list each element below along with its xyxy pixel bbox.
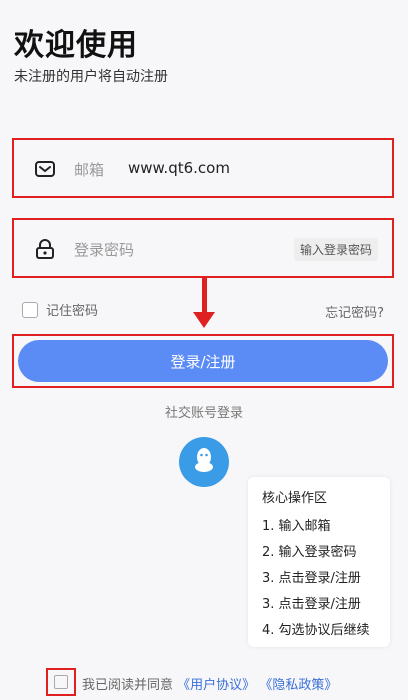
forgot-password-link[interactable]: 忘记密码? <box>325 302 384 321</box>
email-input[interactable]: www.qt6.com <box>128 159 230 177</box>
password-input[interactable]: 登录密码 <box>74 239 134 260</box>
annotation-arrow-shaft <box>202 278 207 316</box>
page-title: 欢迎使用 <box>14 28 138 63</box>
core-step-item: 4. 勾选协议后继续 <box>262 623 370 638</box>
core-panel-title: 核心操作区 <box>262 491 328 506</box>
agreement-checkbox-annotation <box>46 668 76 696</box>
remember-password[interactable]: 记住密码 <box>22 300 98 319</box>
lock-icon <box>34 238 56 260</box>
agreement-text: 我已阅读并同意 《用户协议》 《隐私政策》 <box>82 674 337 693</box>
social-login-label: 社交账号登录 <box>164 406 243 421</box>
core-step-item: 1. 输入邮箱 <box>262 519 331 534</box>
agreement-checkbox[interactable] <box>54 675 68 689</box>
privacy-policy-link[interactable]: 《隐私政策》 <box>259 678 337 693</box>
core-step-item: 3. 点击登录/注册 <box>262 571 361 586</box>
page-subtitle: 未注册的用户将自动注册 <box>14 69 168 85</box>
core-step-item: 3. 点击登录/注册 <box>262 597 361 612</box>
agreement-prefix: 我已阅读并同意 <box>82 678 174 693</box>
password-hint: 输入登录密码 <box>293 238 378 261</box>
qq-icon <box>193 447 215 477</box>
password-field[interactable]: 登录密码 输入登录密码 <box>12 218 394 278</box>
core-step-item: 2. 输入登录密码 <box>262 545 357 560</box>
email-field[interactable]: 邮箱 www.qt6.com <box>12 138 394 198</box>
user-agreement-link[interactable]: 《用户协议》 <box>177 678 255 693</box>
agreement-row: 我已阅读并同意 《用户协议》 《隐私政策》 <box>0 668 408 698</box>
email-label: 邮箱 <box>74 161 105 179</box>
remember-checkbox[interactable] <box>22 301 38 318</box>
core-operation-panel: 核心操作区 1. 输入邮箱 2. 输入登录密码 3. 点击登录/注册 3. 点击… <box>248 477 390 647</box>
mail-icon <box>34 158 56 180</box>
login-button[interactable]: 登录/注册 <box>18 340 388 382</box>
remember-label: 记住密码 <box>46 304 99 319</box>
qq-login-button[interactable] <box>179 437 229 487</box>
login-button-annotation: 登录/注册 <box>12 334 394 388</box>
annotation-arrow-icon <box>193 312 215 328</box>
